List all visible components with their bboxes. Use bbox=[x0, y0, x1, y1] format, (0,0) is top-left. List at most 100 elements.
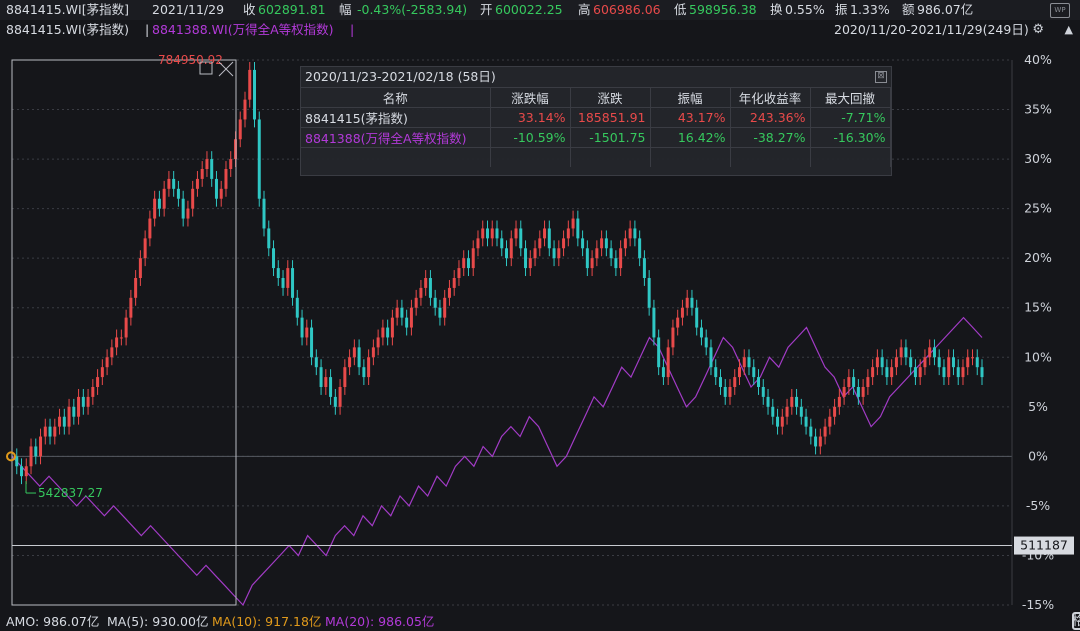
col-pct: 涨跌幅 bbox=[490, 87, 571, 108]
col-drawdown: 最大回撤 bbox=[810, 87, 891, 108]
candle-body bbox=[894, 357, 898, 368]
close-icon[interactable]: ⊠ bbox=[875, 71, 887, 83]
candle-body bbox=[362, 367, 366, 378]
candle-body bbox=[24, 466, 28, 477]
row-name: 8841415(茅指数) bbox=[301, 107, 491, 128]
table-row: 8841415(茅指数) 33.14% 185851.91 43.17% 243… bbox=[301, 107, 891, 128]
candle-body bbox=[305, 327, 309, 338]
low-label: 低 bbox=[674, 2, 687, 17]
candle-body bbox=[780, 416, 784, 427]
row-amp: 43.17% bbox=[650, 107, 731, 128]
candle-body bbox=[138, 258, 142, 278]
candle-body bbox=[210, 159, 214, 179]
date-range-selector[interactable]: 2020/11/20-2021/11/29(249日) bbox=[834, 20, 1029, 40]
series2-path bbox=[11, 316, 983, 607]
legend-series1[interactable]: 8841415.WI(茅指数) bbox=[6, 20, 129, 40]
row-chg: 185851.91 bbox=[570, 107, 651, 128]
candle-body bbox=[704, 337, 708, 348]
candle-body bbox=[53, 426, 57, 437]
candle-body bbox=[348, 357, 352, 368]
candle-body bbox=[538, 238, 542, 249]
row-annual: -38.27% bbox=[730, 127, 811, 148]
wp-window-icon[interactable]: WP bbox=[1050, 3, 1070, 18]
candle-body bbox=[547, 228, 551, 249]
open-value: 600022.25 bbox=[495, 2, 563, 17]
candle-body bbox=[324, 377, 328, 387]
candle-body bbox=[628, 228, 632, 239]
candle-body bbox=[48, 426, 52, 437]
row-drawdown: -16.30% bbox=[810, 127, 891, 148]
triangle-up-icon[interactable]: ▲ bbox=[1065, 20, 1073, 40]
candle-body bbox=[471, 248, 475, 269]
candle-body bbox=[742, 357, 746, 368]
amplitude-value: 1.33% bbox=[850, 2, 890, 17]
candle-body bbox=[942, 367, 946, 378]
row-annual: 243.36% bbox=[730, 107, 811, 128]
candle-body bbox=[86, 396, 90, 407]
turnover-label: 换 bbox=[770, 2, 783, 17]
candle-body bbox=[785, 406, 789, 417]
candle-body bbox=[181, 198, 185, 219]
candle-body bbox=[419, 287, 423, 298]
candle-body bbox=[956, 367, 960, 378]
y-tick-label: 30% bbox=[1024, 151, 1052, 166]
candle-body bbox=[267, 228, 271, 249]
candle-body bbox=[633, 228, 637, 239]
candle-body bbox=[804, 416, 808, 427]
candle-body bbox=[947, 357, 951, 378]
candle-body bbox=[899, 347, 903, 358]
candle-body bbox=[29, 446, 33, 467]
candle-body bbox=[809, 426, 813, 437]
candle-body bbox=[937, 357, 941, 368]
max-price-label: 784950.92 bbox=[158, 53, 223, 67]
legend-separator: | bbox=[145, 22, 150, 37]
ma5-value: MA(5): 930.00亿 bbox=[107, 614, 209, 629]
candle-body bbox=[699, 327, 703, 338]
candle-body bbox=[590, 258, 594, 269]
candle-body bbox=[837, 396, 841, 407]
candle-body bbox=[799, 406, 803, 417]
candle-body bbox=[585, 248, 589, 269]
candle-body bbox=[718, 377, 722, 387]
candle-body bbox=[571, 218, 575, 229]
y-tick-label: -15% bbox=[1022, 597, 1054, 612]
candle-body bbox=[576, 218, 580, 239]
candle-body bbox=[338, 387, 342, 407]
col-chg: 涨跌 bbox=[570, 87, 651, 108]
candle-body bbox=[476, 238, 480, 249]
quote-date: 2021/11/29 bbox=[152, 2, 225, 17]
candle-body bbox=[747, 357, 751, 368]
candle-body bbox=[43, 426, 47, 437]
candle-body bbox=[709, 347, 713, 368]
candle-body bbox=[357, 347, 361, 368]
candle-body bbox=[647, 278, 651, 308]
row-drawdown: -7.71% bbox=[810, 107, 891, 128]
candle-body bbox=[975, 357, 979, 368]
candle-body bbox=[733, 377, 737, 387]
candle-body bbox=[866, 377, 870, 387]
selection-box bbox=[11, 59, 237, 606]
candle-body bbox=[281, 278, 285, 288]
candle-body bbox=[776, 416, 780, 427]
candle-body bbox=[557, 248, 561, 259]
candle-body bbox=[62, 416, 66, 427]
legend-series2[interactable]: 8841388.WI(万得全A等权指数) bbox=[152, 20, 334, 40]
gear-icon[interactable]: ⚙ bbox=[1032, 20, 1044, 40]
row-pct: -10.59% bbox=[490, 127, 571, 148]
candle-body bbox=[433, 297, 437, 308]
y-tick-label: -5% bbox=[1026, 498, 1050, 513]
candle-body bbox=[367, 357, 371, 378]
turnover-value: 0.55% bbox=[785, 2, 825, 17]
y-tick-label: 15% bbox=[1024, 300, 1052, 315]
candle-body bbox=[405, 317, 409, 328]
y-tick-label: 5% bbox=[1028, 399, 1048, 414]
candle-body bbox=[856, 387, 860, 397]
volume-footer: AMO: 986.07亿 MA(5): 930.00亿 MA(10): 917.… bbox=[0, 612, 1080, 631]
y-tick-label: 10% bbox=[1024, 349, 1052, 364]
amplitude-label: 振 bbox=[835, 2, 848, 17]
candle-body bbox=[533, 248, 537, 259]
amount-label: 额 bbox=[902, 2, 915, 17]
candle-body bbox=[481, 228, 485, 239]
candle-body bbox=[514, 228, 518, 239]
candle-body bbox=[376, 337, 380, 348]
